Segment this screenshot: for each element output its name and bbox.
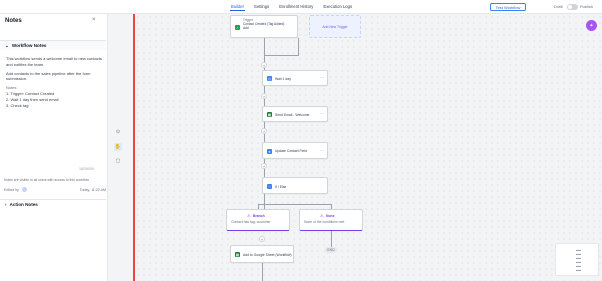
edited-by-label: Edited by [4,187,19,192]
workflow-notes-textarea[interactable]: This workflow sends a welcome email to n… [6,56,102,108]
trigger-sub: Add [243,26,249,30]
workflow-node-sheet[interactable]: ▦ Add to Google Sheet (Workflow) ⋯ [230,245,294,263]
branch-desc: None of the conditions met [304,220,345,224]
edited-time: Today, 11:20 AM [79,187,106,192]
connector-line [298,38,299,56]
node-label: Wait 1 day [275,77,291,81]
workflow-tabs: Builder Settings Enrollment History Exec… [230,3,353,11]
branch-node-none[interactable]: ⚠ None None of the conditions met [299,209,363,231]
add-new-trigger-button[interactable]: Add New Trigger [309,15,361,38]
tab-builder[interactable]: Builder [230,3,246,11]
tab-settings[interactable]: Settings [253,3,270,11]
branch-title: Branch [253,214,265,218]
branch-node[interactable]: ⚠ Branch Contact has tag: customer [226,209,290,231]
node-label: Send Email - Welcome [275,113,310,117]
minimap[interactable] [555,243,599,276]
add-step-button[interactable]: + [261,163,267,169]
ai-assist-button[interactable]: ✦ [586,20,597,31]
publish-label: Publish [580,4,594,9]
close-icon[interactable]: × [92,17,96,23]
test-workflow-button[interactable]: Test Workflow [490,3,526,11]
more-icon[interactable]: ⋯ [286,252,290,256]
workflow-notes-header[interactable]: ⌄ Workflow Notes [0,40,106,50]
check-icon: ✓ [235,25,240,30]
char-counter: 182/5000 [79,167,94,171]
add-step-button[interactable]: + [261,93,267,99]
workflow-canvas[interactable] [135,14,602,281]
connector-line [331,231,332,248]
tab-enrollment-history[interactable]: Enrollment History [278,3,314,11]
resize-divider[interactable] [133,14,135,281]
add-step-button[interactable]: + [259,236,265,242]
workflow-node-email[interactable]: ▦ Send Email - Welcome ⋯ [262,106,328,122]
end-pill: END [325,247,337,253]
more-icon[interactable]: ⋯ [320,149,324,153]
branch-icon: ⚠ [247,213,251,218]
clock-icon: ◷ [267,76,272,81]
notes-paragraph: Add contacts to the sales pipeline after… [6,70,91,82]
workflow-node-update[interactable]: ● Update Contact Field ⋯ [262,142,328,159]
node-label: Update Contact Field [275,149,307,153]
sheets-icon: ▦ [267,112,272,117]
panel-title: Notes [5,18,22,24]
action-notes-header[interactable]: › Action Notes [0,199,106,209]
more-icon[interactable]: ⋯ [320,76,324,80]
edited-row: Edited by Today, 11:20 AM [4,187,106,192]
draft-label: Draft [554,4,563,9]
notes-disclaimer: Notes are visible to all users with acce… [4,178,89,182]
split-icon: ⑂ [267,184,272,189]
branch-title: None [326,214,335,218]
top-header: Builder Settings Enrollment History Exec… [0,0,602,14]
trigger-node[interactable]: ✓ Trigger Contact Created (Tag Added) Ad… [230,15,298,38]
branch-desc: Contact has tag: customer [231,220,271,224]
publish-toggle[interactable] [567,3,578,10]
workflow-notes-heading: Workflow Notes [11,43,47,48]
node-label: If / Else [275,185,287,189]
chevron-right-icon: › [5,202,7,207]
minimap-toggle-icon[interactable]: ▢ [114,157,122,165]
notes-paragraph: This workflow sends a welcome email to n… [6,56,102,67]
more-icon[interactable]: ⋯ [320,112,324,116]
chevron-down-icon: ⌄ [5,42,9,48]
user-icon: ● [267,149,272,154]
workflow-node-wait[interactable]: ◷ Wait 1 day ⋯ [262,70,328,86]
branch-connector [258,204,332,205]
connector-line [262,262,263,281]
sheets-icon: ▦ [235,252,240,257]
pan-tool-icon[interactable]: ✋ [114,143,122,151]
avatar-icon [21,187,27,192]
tab-execution-logs[interactable]: Execution Logs [322,3,353,11]
connector-line [264,55,299,56]
add-step-button[interactable]: + [261,128,267,134]
trigger-name: Contact Created (Tag Added) [243,22,285,26]
add-step-button[interactable]: + [261,62,267,68]
notes-line: 3. Check tag [6,102,29,108]
action-notes-heading: Action Notes [9,202,38,207]
zoom-fit-icon[interactable]: ⊙ [114,128,122,136]
branch-icon: ⚠ [320,213,324,218]
node-label: Add to Google Sheet (Workflow) [243,253,292,257]
workflow-node-ifelse[interactable]: ⑂ If / Else [262,177,328,194]
